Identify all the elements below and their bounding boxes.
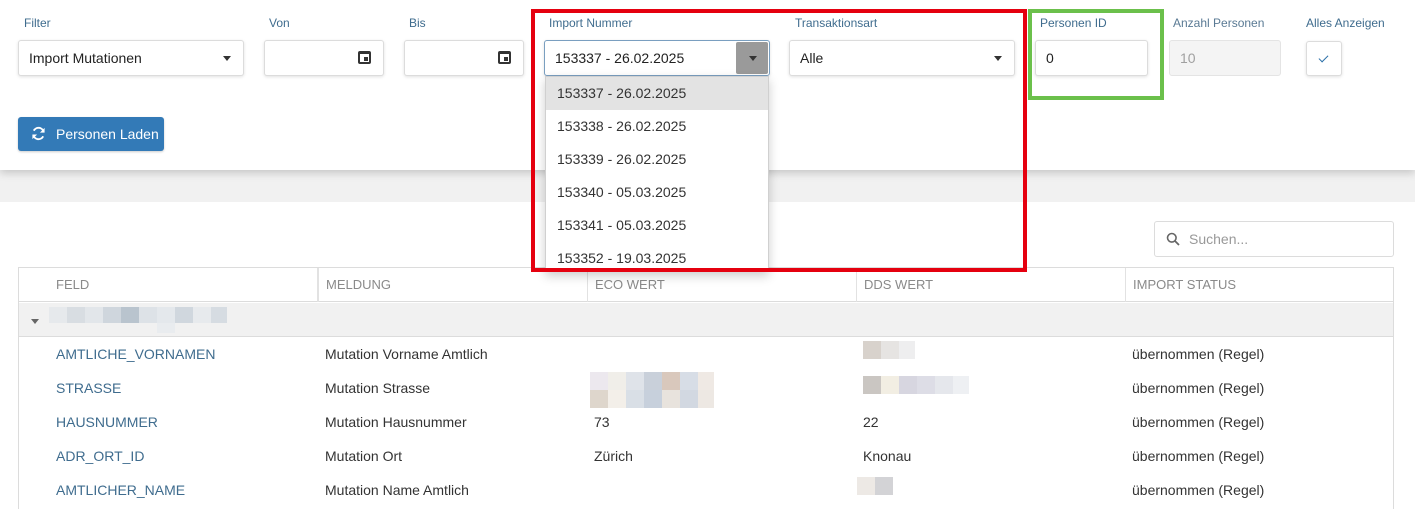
cell-feld: STRASSE bbox=[56, 380, 122, 396]
refresh-icon bbox=[32, 126, 45, 141]
personen-id-input[interactable]: 0 bbox=[1035, 40, 1148, 76]
table-group-row[interactable] bbox=[19, 303, 1393, 337]
table-header: FELD MELDUNG ECO WERT DDS WERT IMPORT ST… bbox=[19, 268, 1393, 302]
import-nummer-value: 153337 - 26.02.2025 bbox=[555, 50, 685, 66]
personen-laden-label: Personen Laden bbox=[56, 126, 159, 142]
dropdown-option[interactable]: 153352 - 19.03.2025 bbox=[546, 242, 768, 271]
filter-select[interactable]: Import Mutationen bbox=[18, 40, 244, 76]
cell-meldung: Mutation Name Amtlich bbox=[325, 482, 469, 498]
redacted-eco-value bbox=[590, 372, 716, 408]
table-row[interactable]: AMTLICHER_NAME Mutation Name Amtlich übe… bbox=[19, 473, 1393, 507]
column-header-dds-wert[interactable]: DDS WERT bbox=[856, 268, 1125, 302]
redacted-dds-value bbox=[863, 376, 971, 394]
cell-eco-wert: 73 bbox=[594, 414, 610, 430]
filter-select-value: Import Mutationen bbox=[29, 50, 142, 66]
cell-meldung: Mutation Strasse bbox=[325, 380, 431, 396]
column-header-eco-wert[interactable]: ECO WERT bbox=[587, 268, 856, 302]
column-header-import-status[interactable]: IMPORT STATUS bbox=[1125, 268, 1393, 302]
chevron-down-icon bbox=[749, 56, 757, 61]
cell-feld: AMTLICHER_NAME bbox=[56, 482, 186, 498]
table-row[interactable]: ADR_ORT_ID Mutation Ort Zürich Knonau üb… bbox=[19, 439, 1393, 473]
chevron-down-icon bbox=[994, 56, 1002, 61]
dropdown-option[interactable]: 153341 - 05.03.2025 bbox=[546, 209, 768, 242]
column-header-feld[interactable]: FELD bbox=[49, 268, 318, 302]
cell-import-status: übernommen (Regel) bbox=[1132, 482, 1265, 498]
cell-eco-wert bbox=[587, 337, 594, 371]
anzahl-personen-input: 10 bbox=[1169, 40, 1281, 76]
table-row[interactable]: STRASSE Mutation Strasse übernommen (Reg… bbox=[19, 371, 1393, 408]
redacted-dds-value bbox=[857, 477, 895, 495]
cell-meldung: Mutation Hausnummer bbox=[325, 414, 467, 430]
search-input[interactable]: Suchen... bbox=[1154, 221, 1394, 257]
dropdown-option[interactable]: 153339 - 26.02.2025 bbox=[546, 143, 768, 176]
cell-feld: AMTLICHE_VORNAMEN bbox=[56, 346, 216, 362]
cell-feld: ADR_ORT_ID bbox=[56, 448, 145, 464]
cell-eco-wert: Zürich bbox=[594, 448, 633, 464]
cell-dds-wert: 22 bbox=[863, 414, 879, 430]
import-nummer-select[interactable]: 153337 - 26.02.2025 bbox=[544, 40, 770, 76]
cell-import-status: übernommen (Regel) bbox=[1132, 346, 1265, 362]
personen-laden-button[interactable]: Personen Laden bbox=[18, 117, 164, 151]
import-nummer-dropdown: 153337 - 26.02.2025 153338 - 26.02.2025 … bbox=[545, 76, 769, 272]
transaktionsart-select[interactable]: Alle bbox=[789, 40, 1015, 76]
bis-label: Bis bbox=[409, 16, 426, 30]
cell-feld: HAUSNUMMER bbox=[56, 414, 158, 430]
transaktionsart-label: Transaktionsart bbox=[795, 16, 878, 30]
cell-dds-wert: Knonau bbox=[863, 448, 912, 464]
import-nummer-label: Import Nummer bbox=[549, 16, 633, 30]
von-label: Von bbox=[269, 16, 290, 30]
table-row[interactable]: HAUSNUMMER Mutation Hausnummer 73 22 übe… bbox=[19, 405, 1393, 439]
column-header-meldung[interactable]: MELDUNG bbox=[318, 268, 587, 302]
calendar-icon[interactable] bbox=[358, 51, 371, 64]
search-placeholder: Suchen... bbox=[1189, 231, 1249, 247]
dropdown-toggle-button[interactable] bbox=[736, 42, 768, 74]
personen-id-label: Personen ID bbox=[1040, 16, 1107, 30]
chevron-down-icon bbox=[223, 56, 231, 61]
column-divider bbox=[317, 268, 318, 302]
cell-import-status: übernommen (Regel) bbox=[1132, 380, 1265, 396]
search-icon bbox=[1166, 232, 1180, 246]
cell-meldung: Mutation Ort bbox=[325, 448, 403, 464]
transaktionsart-value: Alle bbox=[800, 50, 824, 66]
von-date-input[interactable] bbox=[264, 40, 384, 76]
alles-anzeigen-label: Alles Anzeigen bbox=[1306, 16, 1385, 30]
expand-triangle-icon[interactable] bbox=[31, 319, 39, 324]
mutation-table: FELD MELDUNG ECO WERT DDS WERT IMPORT ST… bbox=[18, 267, 1394, 509]
filter-label: Filter bbox=[24, 16, 51, 30]
cell-meldung: Mutation Vorname Amtlich bbox=[325, 346, 488, 362]
cell-import-status: übernommen (Regel) bbox=[1132, 414, 1265, 430]
redacted-name bbox=[49, 307, 229, 333]
dropdown-option[interactable]: 153338 - 26.02.2025 bbox=[546, 110, 768, 143]
redacted-dds-value bbox=[863, 341, 919, 359]
dropdown-option[interactable]: 153337 - 26.02.2025 bbox=[546, 77, 768, 110]
dropdown-option[interactable]: 153340 - 05.03.2025 bbox=[546, 176, 768, 209]
alles-anzeigen-checkbox[interactable] bbox=[1306, 41, 1342, 76]
calendar-icon[interactable] bbox=[498, 51, 511, 64]
cell-import-status: übernommen (Regel) bbox=[1132, 448, 1265, 464]
table-row[interactable]: AMTLICHE_VORNAMEN Mutation Vorname Amtli… bbox=[19, 337, 1393, 371]
bis-date-input[interactable] bbox=[404, 40, 524, 76]
anzahl-personen-label: Anzahl Personen bbox=[1173, 16, 1265, 30]
cell-eco-wert bbox=[587, 473, 594, 507]
